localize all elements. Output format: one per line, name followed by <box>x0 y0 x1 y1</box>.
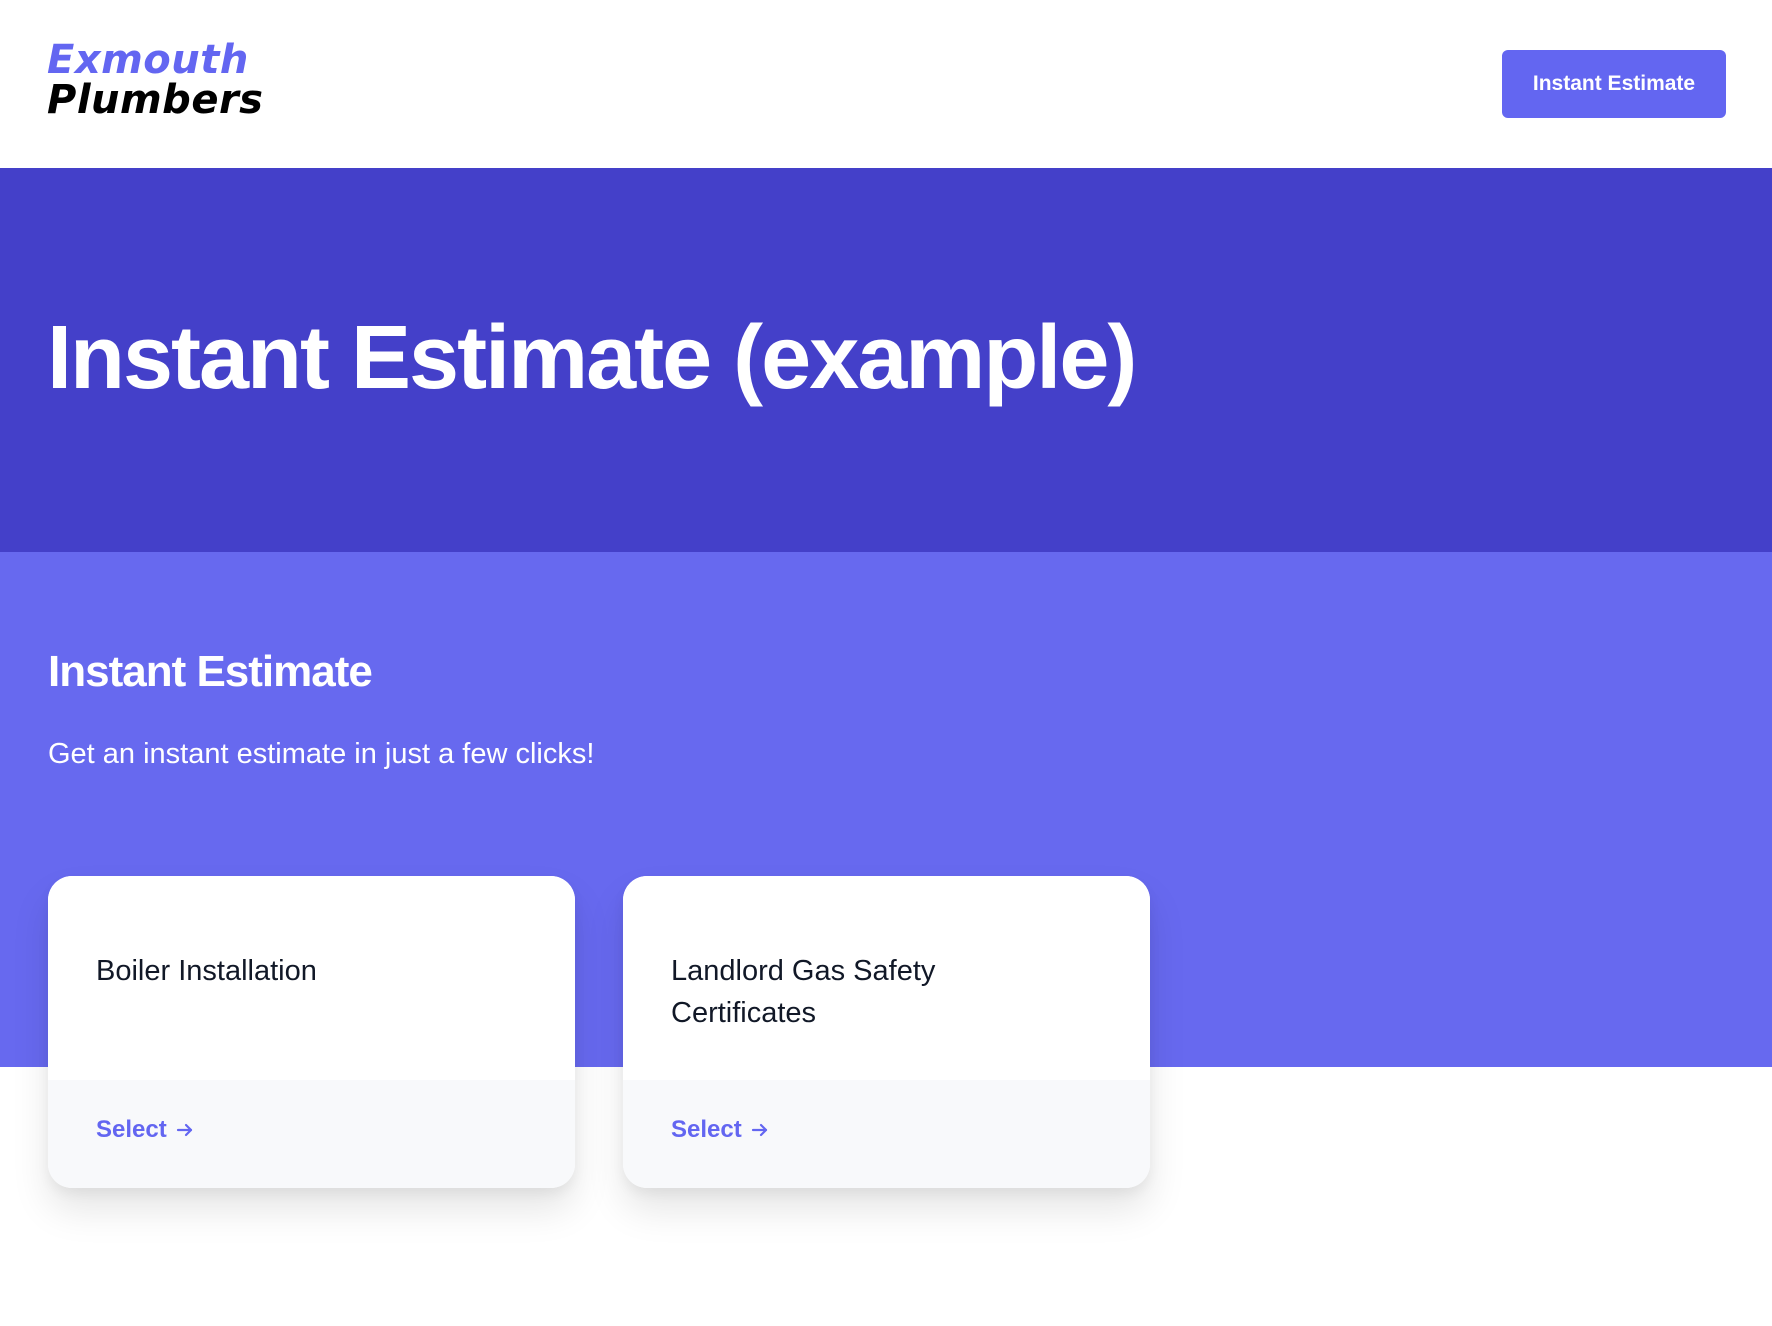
select-label: Select <box>96 1116 167 1143</box>
card-title: Landlord Gas Safety Certificates <box>671 955 936 1029</box>
select-label: Select <box>671 1116 742 1143</box>
arrow-right-icon <box>176 1123 192 1137</box>
card-footer: Select <box>48 1080 575 1188</box>
section-title: Instant Estimate <box>48 647 373 696</box>
select-link-landlord-gas-safety[interactable]: Select <box>671 1118 770 1142</box>
select-link-boiler-installation[interactable]: Select <box>96 1118 195 1142</box>
service-card-boiler-installation: Boiler Installation Select <box>48 876 575 1188</box>
card-body: Boiler Installation <box>48 876 575 1080</box>
card-title: Boiler Installation <box>96 955 317 987</box>
section-subtitle: Get an instant estimate in just a few cl… <box>48 738 595 770</box>
site-header: Exmouth Plumbers Instant Estimate <box>0 0 1772 168</box>
logo-line-2: Plumbers <box>47 77 264 123</box>
logo-line-1: Exmouth <box>47 37 249 83</box>
site-logo[interactable]: Exmouth Plumbers <box>47 40 263 120</box>
page-title: Instant Estimate (example) <box>47 308 1137 408</box>
instant-estimate-button[interactable]: Instant Estimate <box>1502 50 1726 118</box>
arrow-right-icon <box>751 1123 767 1137</box>
card-footer: Select <box>623 1080 1150 1188</box>
service-card-landlord-gas-safety: Landlord Gas Safety Certificates Select <box>623 876 1150 1188</box>
hero-section: Instant Estimate (example) <box>0 168 1772 552</box>
card-body: Landlord Gas Safety Certificates <box>623 876 1150 1080</box>
